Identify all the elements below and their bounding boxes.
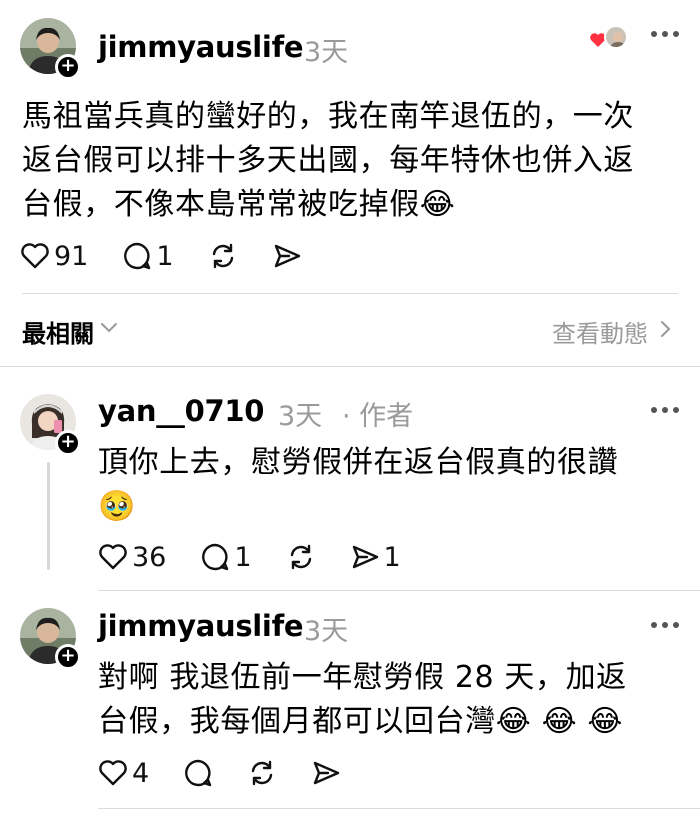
reply-text: 頂你上去，慰勞假併在返台假真的很讚 🥹 (98, 441, 688, 529)
heart-icon (99, 544, 127, 570)
reply-text-line: 台假，我每個月都可以回台灣😂 😂 😂 (98, 704, 624, 739)
divider (22, 293, 678, 294)
reply-text-line: 對啊 我退伍前一年慰勞假 28 天，加返 (98, 660, 627, 695)
repost-button[interactable] (208, 241, 238, 271)
share-button[interactable]: 1 (350, 542, 401, 573)
divider (98, 590, 700, 591)
like-button[interactable]: 36 (98, 542, 166, 573)
reply-text: 對啊 我退伍前一年慰勞假 28 天，加返 台假，我每個月都可以回台灣😂 😂 😂 (98, 656, 688, 744)
reply-actions: 4 (98, 756, 375, 790)
view-activity-link[interactable]: 查看動態 (552, 314, 648, 349)
liker-avatar (604, 25, 628, 49)
post-text: 馬祖當兵真的蠻好的，我在南竿退伍的，一次 返台假可以排十多天出國，每年特休也併入… (22, 95, 692, 227)
reply-time: 3天 (304, 616, 349, 647)
reply-text-line: 頂你上去，慰勞假併在返台假真的很讚 (98, 445, 619, 480)
reply-count: 1 (156, 240, 174, 272)
reply-count: 1 (234, 541, 252, 573)
post-actions: 91 1 (20, 239, 336, 273)
post-text-line: 馬祖當兵真的蠻好的，我在南竿退伍的，一次 (22, 99, 634, 134)
repost-icon (290, 544, 311, 570)
repost-icon (212, 243, 233, 269)
heart-icon (99, 760, 127, 786)
divider (0, 366, 700, 367)
like-button[interactable]: 91 (20, 241, 88, 272)
reply-actions: 36 1 1 (98, 540, 435, 574)
post-time: 3天 (304, 37, 349, 68)
post-text-line: 返台假可以排十多天出國，每年特休也併入返 (22, 143, 634, 178)
like-count: 36 (132, 541, 167, 573)
chevron-right-icon[interactable] (658, 320, 672, 338)
reply-button[interactable] (183, 758, 213, 788)
post-username[interactable]: jimmyauslife (98, 30, 304, 64)
more-options-icon[interactable] (651, 405, 679, 415)
divider (98, 808, 700, 809)
repost-button[interactable] (247, 758, 277, 788)
chevron-down-icon[interactable] (100, 320, 118, 334)
more-options-icon[interactable] (651, 620, 679, 630)
reply-button[interactable]: 1 (122, 240, 174, 272)
share-button[interactable] (311, 758, 341, 788)
thread-line (47, 462, 50, 570)
reply-time: 3天 (278, 401, 323, 432)
share-count: 1 (383, 541, 401, 573)
reply-button[interactable]: 1 (200, 541, 252, 573)
sort-dropdown[interactable]: 最相關 (22, 314, 94, 349)
comment-icon (124, 242, 151, 270)
like-button[interactable]: 4 (98, 758, 149, 789)
comment-icon (185, 759, 212, 787)
author-tag: · 作者 (342, 401, 414, 432)
share-button[interactable] (272, 241, 302, 271)
send-icon (274, 244, 300, 268)
sort-row: 最相關 查看動態 (22, 314, 678, 348)
follow-plus-icon[interactable]: + (55, 54, 81, 80)
reply-username[interactable]: yan__0710 (98, 394, 264, 428)
like-count: 91 (54, 240, 89, 272)
reply-username[interactable]: jimmyauslife (98, 609, 304, 643)
repost-icon (251, 760, 273, 786)
comment-icon (202, 543, 229, 571)
follow-plus-icon[interactable]: + (55, 644, 81, 670)
follow-plus-icon[interactable]: + (55, 430, 81, 456)
reply-text-line: 🥹 (98, 489, 136, 524)
heart-icon (21, 243, 49, 269)
like-count: 4 (132, 757, 150, 789)
send-icon (352, 545, 378, 569)
send-icon (313, 761, 340, 785)
repost-button[interactable] (286, 542, 316, 572)
more-options-icon[interactable] (651, 29, 679, 39)
post-text-line: 台假，不像本島常常被吃掉假😂 (22, 187, 456, 222)
